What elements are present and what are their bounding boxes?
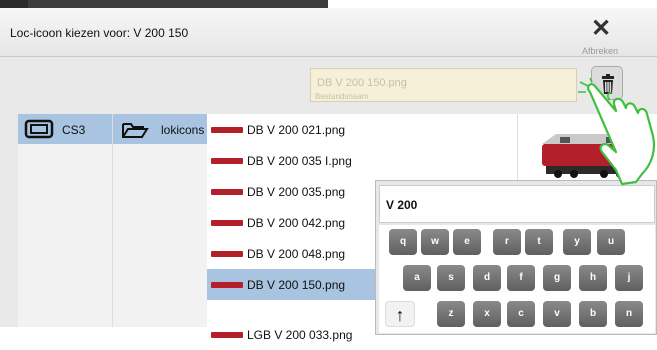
filename-field[interactable]: DB V 200 150.png Bestandsnaam: [310, 68, 577, 102]
search-input[interactable]: V 200: [379, 185, 655, 223]
source-item-cs3[interactable]: CS3: [18, 114, 112, 144]
key-v[interactable]: v: [543, 301, 571, 327]
key-u[interactable]: u: [597, 229, 625, 255]
key-w[interactable]: w: [421, 229, 449, 255]
file-name: DB V 200 035 I.png: [247, 154, 352, 168]
key-y[interactable]: y: [563, 229, 591, 255]
file-name: DB V 200 021.png: [247, 123, 346, 137]
key-f[interactable]: f: [507, 265, 535, 291]
on-screen-keyboard: V 200 q w e r t y u a s d f g h j ↑ z x …: [375, 180, 657, 335]
folder-item-label: lokicons: [161, 123, 205, 137]
pointing-hand-icon: [578, 78, 656, 186]
close-label: Afbreken: [582, 46, 619, 56]
filename-value: DB V 200 150.png: [317, 77, 407, 89]
close-button[interactable]: ✕: [588, 16, 614, 42]
dialog-header: Loc-icoon kiezen voor: V 200 150 ✕ Afbre…: [0, 8, 657, 57]
folder-column: lokicons: [112, 114, 208, 327]
key-r[interactable]: r: [493, 229, 521, 255]
file-name: LGB V 200 033.png: [247, 328, 353, 342]
key-t[interactable]: t: [525, 229, 553, 255]
dialog-title: Loc-icoon kiezen voor: V 200 150: [10, 26, 189, 40]
key-j[interactable]: j: [615, 265, 643, 291]
keyboard-keys: q w e r t y u a s d f g h j ↑ z x c v b …: [379, 225, 655, 333]
key-z[interactable]: z: [437, 301, 465, 327]
locomotive-icon: [211, 332, 243, 338]
source-item-label: CS3: [62, 123, 86, 137]
key-q[interactable]: q: [389, 229, 417, 255]
file-name: DB V 200 048.png: [247, 247, 346, 261]
filename-label: Bestandsnaam: [315, 92, 369, 101]
source-column: CS3: [18, 114, 112, 327]
locomotive-icon: [211, 158, 243, 164]
folder-item-lokicons[interactable]: lokicons: [113, 114, 208, 144]
key-a[interactable]: a: [403, 265, 431, 291]
key-d[interactable]: d: [473, 265, 501, 291]
key-s[interactable]: s: [437, 265, 465, 291]
background-top-strip: [28, 0, 328, 8]
key-b[interactable]: b: [579, 301, 607, 327]
locomotive-icon: [211, 220, 243, 226]
key-n[interactable]: n: [615, 301, 643, 327]
file-name: DB V 200 042.png: [247, 216, 346, 230]
key-e[interactable]: e: [453, 229, 481, 255]
icon-chooser-dialog: Loc-icoon kiezen voor: V 200 150 ✕ Afbre…: [0, 8, 657, 342]
file-list-item[interactable]: DB V 200 035 I.png: [207, 145, 517, 176]
device-icon: [24, 119, 54, 139]
key-c[interactable]: c: [507, 301, 535, 327]
file-name: DB V 200 035.png: [247, 185, 346, 199]
close-icon: ✕: [590, 15, 612, 42]
shift-key[interactable]: ↑: [385, 301, 415, 327]
locomotive-icon: [211, 282, 243, 288]
key-x[interactable]: x: [473, 301, 501, 327]
file-list-item[interactable]: DB V 200 021.png: [207, 114, 517, 145]
folder-open-icon: [122, 123, 149, 138]
locomotive-icon: [211, 251, 243, 257]
file-name: DB V 200 150.png: [247, 278, 346, 292]
search-input-value: V 200: [386, 198, 418, 212]
key-h[interactable]: h: [579, 265, 607, 291]
key-g[interactable]: g: [543, 265, 571, 291]
locomotive-icon: [211, 127, 243, 133]
locomotive-icon: [211, 189, 243, 195]
